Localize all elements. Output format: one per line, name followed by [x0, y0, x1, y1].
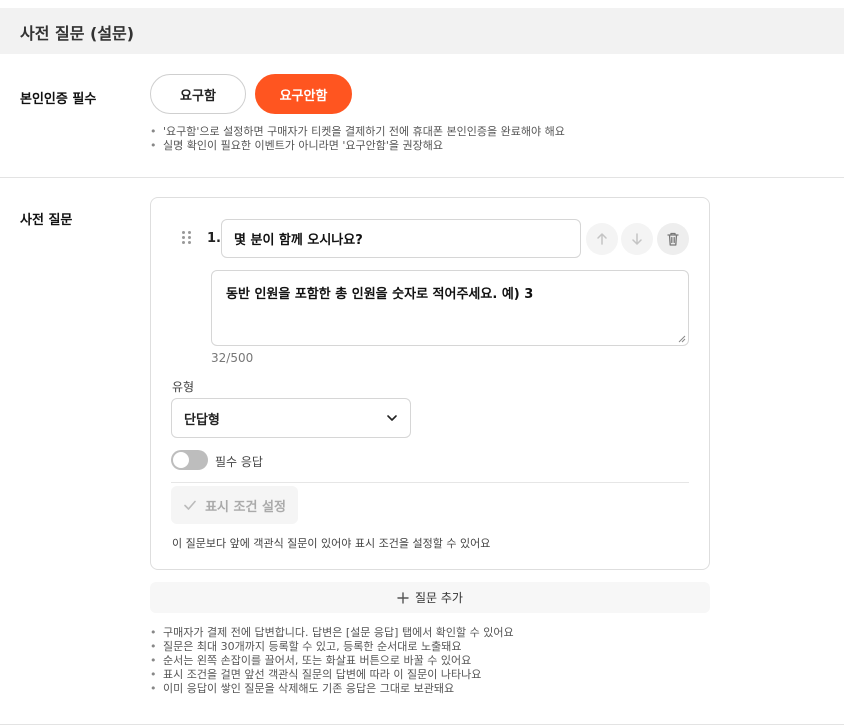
char-count: 32/500 [211, 351, 254, 365]
require-button[interactable]: 요구함 [150, 74, 246, 114]
identity-note: 실명 확인이 필요한 이벤트가 아니라면 '요구안함'을 권장해요 [150, 139, 565, 153]
questions-note: 질문은 최대 30개까지 등록할 수 있고, 등록한 순서대로 노출돼요 [150, 640, 514, 654]
questions-notes: 구매자가 결제 전에 답변합니다. 답변은 [설문 응답] 탭에서 확인할 수 … [150, 626, 514, 696]
required-toggle[interactable] [171, 450, 208, 470]
section-header: 사전 질문 (설문) [0, 8, 844, 54]
question-number: 1. [207, 231, 221, 246]
add-question-label: 질문 추가 [415, 591, 463, 605]
identity-label: 본인인증 필수 [20, 92, 97, 107]
questions-note: 이미 응답이 쌓인 질문을 삭제해도 기존 응답은 그대로 보관돼요 [150, 682, 514, 696]
resize-grip-icon[interactable] [678, 335, 686, 343]
question-title-input[interactable] [221, 219, 581, 258]
display-condition-label: 표시 조건 설정 [205, 499, 286, 515]
questions-note: 표시 조건을 걸면 앞선 객관식 질문의 답변에 따라 이 질문이 나타나요 [150, 668, 514, 682]
section-title: 사전 질문 (설문) [20, 24, 135, 43]
questions-note: 순서는 왼쪽 손잡이를 끌어서, 또는 화살표 버튼으로 바꿀 수 있어요 [150, 654, 514, 668]
add-question-button[interactable]: 질문 추가 [150, 582, 710, 613]
move-down-button[interactable] [621, 223, 653, 255]
delete-question-button[interactable] [657, 223, 689, 255]
arrow-up-icon [597, 233, 607, 245]
type-select[interactable]: 단답형 [171, 398, 411, 438]
condition-hint: 이 질문보다 앞에 객관식 질문이 있어야 표시 조건을 설정할 수 있어요 [172, 537, 491, 550]
plus-icon [397, 591, 409, 604]
questions-note: 구매자가 결제 전에 답변합니다. 답변은 [설문 응답] 탭에서 확인할 수 … [150, 626, 514, 640]
arrow-down-icon [632, 233, 642, 245]
drag-handle-icon[interactable] [182, 231, 192, 245]
check-icon [184, 500, 196, 510]
question-description-input[interactable]: 동반 인원을 포함한 총 인원을 숫자로 적어주세요. 예) 3 [211, 270, 689, 346]
section-divider [0, 724, 844, 725]
chevron-down-icon [387, 415, 397, 421]
trash-icon [667, 232, 679, 246]
toggle-knob [173, 452, 189, 468]
questions-label: 사전 질문 [20, 213, 73, 228]
display-condition-button[interactable]: 표시 조건 설정 [171, 486, 298, 524]
identity-note: '요구함'으로 설정하면 구매자가 티켓을 결제하기 전에 휴대폰 본인인증을 … [150, 125, 565, 139]
section-divider [0, 177, 844, 178]
required-label: 필수 응답 [215, 455, 263, 469]
not-require-button[interactable]: 요구안함 [255, 74, 352, 114]
card-divider [171, 482, 689, 483]
question-card: 1. 동반 인원을 포함한 총 인원을 숫자로 적어주세요. 예) 3 32/5… [150, 197, 710, 570]
move-up-button[interactable] [586, 223, 618, 255]
type-label: 유형 [172, 380, 195, 394]
type-select-value: 단답형 [184, 412, 220, 428]
identity-notes: '요구함'으로 설정하면 구매자가 티켓을 결제하기 전에 휴대폰 본인인증을 … [150, 125, 565, 153]
